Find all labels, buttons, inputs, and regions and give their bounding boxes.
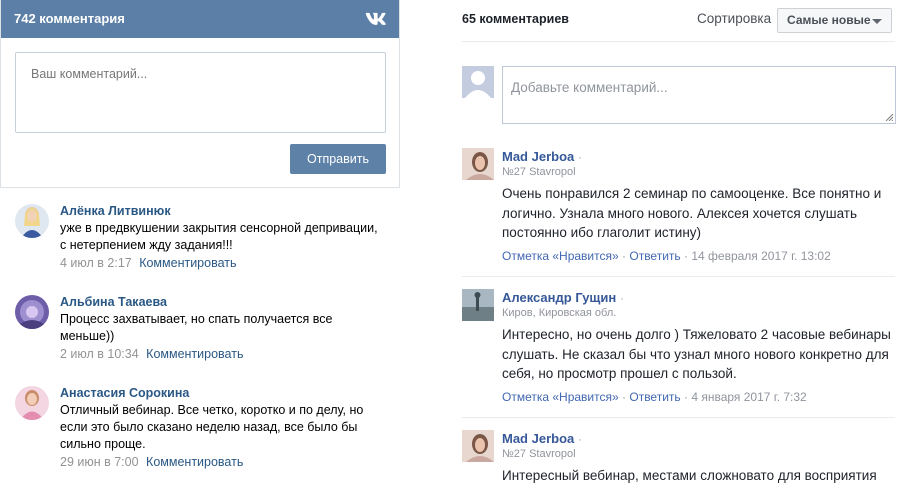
vk-comment-input[interactable]: Ваш комментарий...	[15, 52, 386, 133]
separator-dot: ·	[578, 434, 582, 446]
fb-sort-dropdown[interactable]: Самые новые	[777, 8, 892, 33]
fb-author-subtitle: №27 Stavropol	[502, 166, 576, 178]
fb-sort-value: Самые новые	[787, 13, 871, 27]
vk-comment-meta: 4 июл в 2:17 Комментировать	[60, 256, 237, 270]
vk-comment-date[interactable]: 29 июн в 7:00	[60, 455, 139, 469]
divider	[462, 417, 895, 418]
vk-header: 742 комментария	[1, 0, 399, 38]
vk-comment-text: Отличный вебинар. Все четко, коротко и п…	[60, 403, 364, 451]
fb-comment-text: Интересно, но очень долго ) Тяжеловато 2…	[502, 327, 891, 381]
fb-comment-author: Mad Jerboa ·	[502, 431, 582, 446]
fb-comment-text: Очень понравился 2 семинар по самооценке…	[502, 186, 882, 240]
fb-author-name[interactable]: Александр Гущин	[502, 290, 616, 305]
divider	[462, 41, 895, 42]
vk-comment-text: уже в предвкушении закрытия сенсорной де…	[60, 221, 378, 252]
divider	[462, 276, 895, 277]
fb-comment-date[interactable]: 14 февраля 2017 г. 13:02	[691, 249, 830, 263]
vk-comment-date[interactable]: 4 июл в 2:17	[60, 256, 132, 270]
vk-comment-reply-link[interactable]: Комментировать	[146, 347, 243, 361]
fb-sort-label: Сортировка	[697, 11, 772, 26]
vk-comment-author[interactable]: Анастасия Сорокина	[60, 386, 189, 400]
fb-like-link[interactable]: Отметка «Нравится»	[502, 249, 619, 263]
fb-comment-actions: Отметка «Нравится» · Ответить · 4 января…	[502, 390, 807, 404]
vk-comment-meta: 29 июн в 7:00 Комментировать	[60, 455, 243, 469]
avatar[interactable]	[462, 289, 494, 321]
avatar[interactable]	[15, 295, 49, 329]
fb-comments-count: 65 комментариев	[462, 12, 569, 26]
chevron-down-icon	[872, 19, 882, 24]
vk-comment-reply-link[interactable]: Комментировать	[146, 455, 243, 469]
vk-comment-item: Алёнка Литвинюк уже в предвкушении закры…	[0, 204, 400, 284]
avatar[interactable]	[15, 386, 49, 420]
fb-reply-link[interactable]: Ответить	[629, 390, 680, 404]
fb-comments-widget: 65 комментариев Сортировка Самые новые Д…	[460, 0, 913, 495]
separator-dot: ·	[578, 152, 582, 164]
vk-comment-placeholder: Ваш комментарий...	[31, 67, 148, 81]
fb-comment-text: Интересный вебинар, местами сложновато д…	[502, 468, 877, 483]
fb-author-name[interactable]: Mad Jerboa	[502, 149, 574, 164]
avatar[interactable]	[15, 204, 49, 238]
vk-comments-count: 742 комментария	[14, 11, 125, 26]
separator-dot: ·	[622, 390, 627, 404]
vk-send-button[interactable]: Отправить	[290, 144, 386, 174]
default-avatar-icon	[462, 66, 494, 98]
vk-comment-form: 742 комментария Ваш комментарий... Отпра…	[0, 0, 400, 188]
separator-dot: ·	[684, 249, 688, 263]
fb-comment-author: Mad Jerboa ·	[502, 149, 582, 164]
fb-author-subtitle: Киров, Кировская обл.	[502, 307, 617, 319]
vk-comment-meta: 2 июл в 10:34 Комментировать	[60, 347, 243, 361]
separator-dot: ·	[620, 293, 624, 305]
separator-dot: ·	[684, 390, 688, 404]
fb-like-link[interactable]: Отметка «Нравится»	[502, 390, 619, 404]
vk-comment-item: Анастасия Сорокина Отличный вебинар. Все…	[0, 386, 400, 469]
vk-comment-date[interactable]: 2 июл в 10:34	[60, 347, 139, 361]
vk-comments-widget: 742 комментария Ваш комментарий... Отпра…	[0, 0, 400, 495]
fb-comment-actions: Отметка «Нравится» · Ответить · 14 февра…	[502, 249, 831, 263]
fb-comment-input[interactable]: Добавьте комментарий...	[502, 66, 896, 124]
fb-reply-link[interactable]: Ответить	[629, 249, 680, 263]
vk-comment-text: Процесс захватывает, но спать получается…	[60, 312, 333, 343]
fb-comment-author: Александр Гущин ·	[502, 290, 624, 305]
avatar[interactable]	[462, 148, 494, 180]
fb-comment-date[interactable]: 4 января 2017 г. 7:32	[691, 390, 806, 404]
vk-comment-author[interactable]: Алёнка Литвинюк	[60, 204, 171, 218]
fb-comment-placeholder: Добавьте комментарий...	[511, 80, 668, 95]
vk-logo-icon[interactable]	[364, 10, 386, 28]
separator-dot: ·	[622, 249, 627, 263]
resize-grip-icon[interactable]	[885, 113, 893, 121]
fb-author-name[interactable]: Mad Jerboa	[502, 431, 574, 446]
avatar[interactable]	[462, 430, 494, 462]
vk-comment-item: Альбина Такаева Процесс захватывает, но …	[0, 295, 400, 375]
fb-author-subtitle: №27 Stavropol	[502, 448, 576, 460]
vk-comment-author[interactable]: Альбина Такаева	[60, 295, 167, 309]
vk-comment-reply-link[interactable]: Комментировать	[139, 256, 236, 270]
